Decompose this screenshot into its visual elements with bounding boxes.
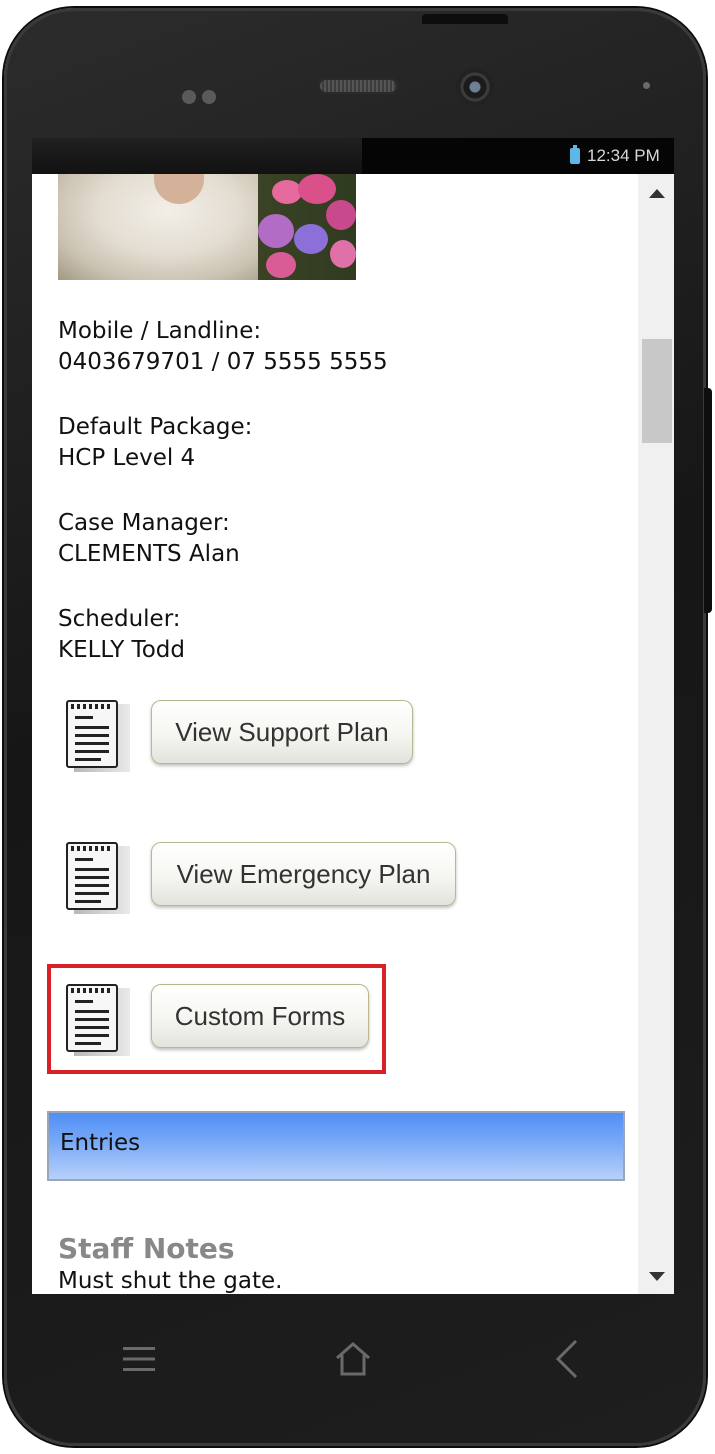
navigation-bar bbox=[32, 1294, 674, 1424]
mobile-section: Mobile / Landline: 0403679701 / 07 5555 … bbox=[58, 316, 388, 378]
scroll-down-icon[interactable] bbox=[649, 1272, 665, 1281]
mobile-label: Mobile / Landline: bbox=[58, 318, 262, 344]
home-icon[interactable] bbox=[328, 1334, 378, 1384]
package-value: HCP Level 4 bbox=[58, 445, 196, 471]
scheduler-section: Scheduler: KELLY Todd bbox=[58, 604, 185, 666]
case-manager-section: Case Manager: CLEMENTS Alan bbox=[58, 508, 240, 570]
view-emergency-plan-button[interactable]: View Emergency Plan bbox=[151, 842, 456, 906]
vertical-scrollbar[interactable] bbox=[638, 174, 674, 1294]
battery-icon bbox=[570, 145, 580, 164]
package-section: Default Package: HCP Level 4 bbox=[58, 412, 252, 474]
mobile-value: 0403679701 / 07 5555 5555 bbox=[58, 349, 388, 375]
status-bar: 12:34 PM bbox=[32, 138, 674, 174]
notepad-icon bbox=[62, 696, 130, 772]
scheduler-value: KELLY Todd bbox=[58, 637, 185, 663]
phone-side-button bbox=[704, 388, 712, 613]
case-manager-value: CLEMENTS Alan bbox=[58, 541, 240, 567]
scroll-thumb[interactable] bbox=[642, 339, 672, 443]
staff-notes-text: Must shut the gate. bbox=[58, 1268, 283, 1294]
notepad-icon bbox=[62, 838, 130, 914]
phone-top-button bbox=[422, 14, 508, 24]
entries-header[interactable]: Entries bbox=[47, 1111, 625, 1181]
scroll-up-icon[interactable] bbox=[649, 189, 665, 198]
view-support-plan-button[interactable]: View Support Plan bbox=[151, 700, 413, 764]
menu-icon[interactable] bbox=[114, 1334, 164, 1384]
scheduler-label: Scheduler: bbox=[58, 606, 181, 632]
package-label: Default Package: bbox=[58, 414, 253, 440]
status-time: 12:34 PM bbox=[587, 146, 660, 165]
front-camera bbox=[456, 68, 494, 106]
custom-forms-button[interactable]: Custom Forms bbox=[151, 984, 369, 1048]
app-screen: Mobile / Landline: 0403679701 / 07 5555 … bbox=[32, 174, 674, 1294]
back-icon[interactable] bbox=[542, 1334, 592, 1384]
staff-notes-title: Staff Notes bbox=[58, 1232, 235, 1265]
client-photo bbox=[58, 174, 356, 280]
earpiece-speaker bbox=[318, 78, 398, 94]
case-manager-label: Case Manager: bbox=[58, 510, 230, 536]
notification-led bbox=[643, 82, 650, 89]
notepad-icon bbox=[62, 980, 130, 1056]
